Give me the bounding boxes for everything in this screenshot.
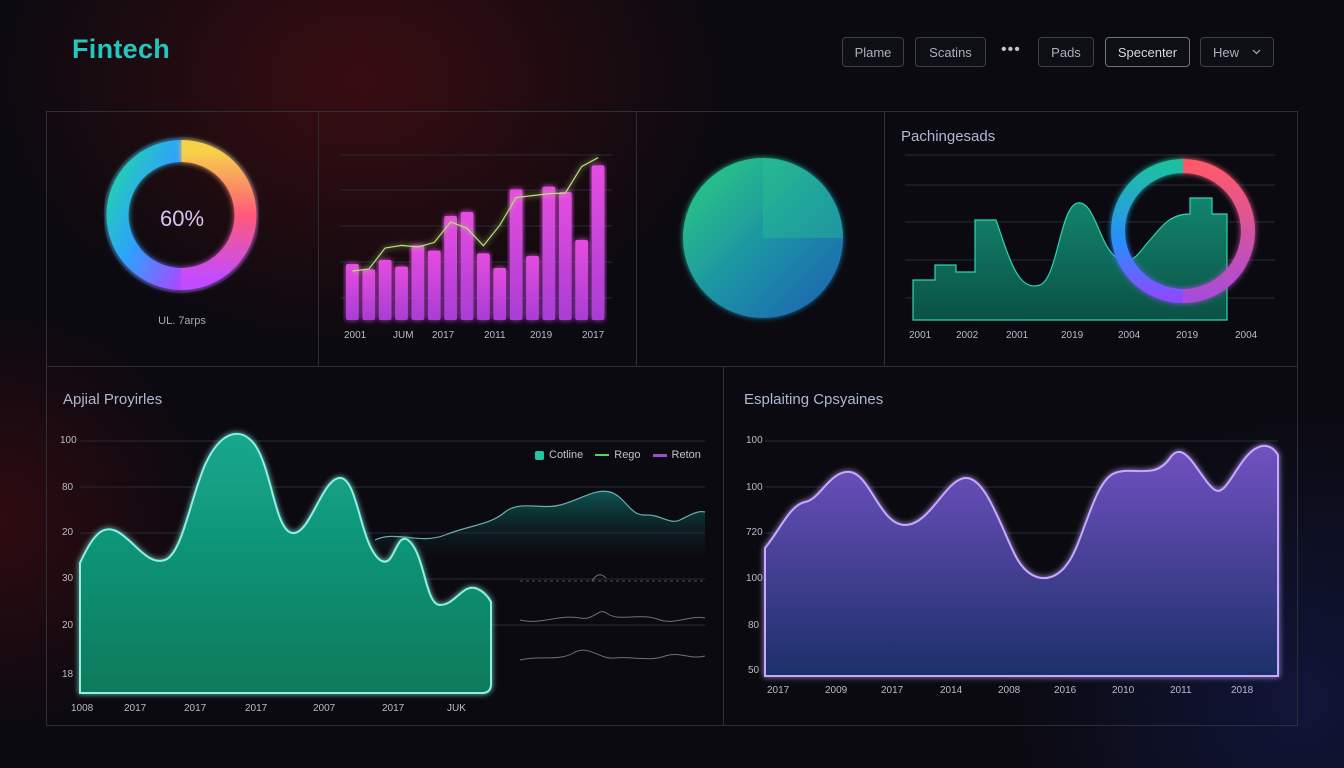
donut-caption: UL. 7arps	[158, 315, 206, 327]
right-y-label: 100	[746, 482, 763, 493]
pachin-x-label: 2019	[1176, 330, 1199, 341]
bar-x-label: JUM	[393, 330, 414, 341]
right-x-label: 2009	[825, 685, 848, 696]
left-legend: Cotline Rego Reton	[535, 449, 701, 461]
right-area-title: Esplaiting Cpsyaines	[744, 391, 884, 408]
legend-label: Reton	[671, 449, 701, 461]
right-y-label: 80	[748, 620, 760, 631]
right-x-label: 2011	[1170, 685, 1192, 696]
pachin-x-label: 2001	[1006, 330, 1029, 341]
bar	[346, 264, 359, 320]
legend-swatch-line-icon	[652, 453, 667, 457]
left-x-label: 1008	[71, 703, 94, 714]
bar-x-label: 2001	[344, 330, 367, 341]
bar	[362, 269, 376, 320]
legend-item[interactable]: Rego	[595, 449, 641, 461]
left-sparkline-1	[519, 611, 706, 622]
right-y-label: 100	[746, 573, 763, 584]
bar	[395, 266, 408, 320]
left-y-label: 18	[62, 669, 74, 680]
right-y-label: 50	[748, 665, 760, 676]
bar-x-label: 2011	[484, 330, 506, 341]
left-y-label: 80	[62, 482, 74, 493]
bar-x-label: 2017	[432, 330, 455, 341]
right-x-label: 2008	[998, 685, 1021, 696]
right-x-label: 2017	[881, 685, 904, 696]
pachin-x-label: 2002	[956, 330, 979, 341]
bar	[378, 260, 392, 320]
legend-swatch-line-icon	[595, 454, 610, 456]
left-x-label: 2017	[184, 703, 207, 714]
left-sparkline-2	[519, 649, 706, 661]
bar	[526, 256, 539, 320]
right-x-label: 2017	[767, 685, 790, 696]
left-area-title: Apjial Proyirles	[63, 391, 163, 408]
bar-series	[346, 165, 605, 320]
pie-slice	[763, 158, 843, 238]
pachin-title: Pachingesads	[901, 128, 996, 145]
legend-item[interactable]: Cotline	[535, 449, 583, 461]
legend-swatch-square-icon	[535, 450, 544, 460]
legend-item[interactable]: Reton	[652, 449, 701, 461]
bar	[427, 250, 441, 320]
left-x-label: 2007	[313, 703, 336, 714]
legend-label: Rego	[614, 449, 641, 461]
bar	[493, 268, 507, 320]
left-y-label: 30	[62, 573, 74, 584]
bar	[575, 240, 589, 320]
right-x-label: 2018	[1231, 685, 1254, 696]
left-x-label: 2017	[382, 703, 405, 714]
pachin-x-label: 2001	[909, 330, 932, 341]
left-secondary-area	[375, 491, 705, 572]
pachin-x-label: 2019	[1061, 330, 1084, 341]
right-x-label: 2014	[940, 685, 963, 696]
left-sparkline-3	[591, 574, 607, 582]
bar	[509, 189, 523, 320]
bar-x-label: 2019	[530, 330, 553, 341]
donut-value-label: 60%	[159, 206, 205, 231]
bar	[542, 186, 556, 320]
bar	[477, 253, 490, 320]
left-y-label: 20	[62, 527, 74, 538]
right-y-label: 100	[746, 435, 763, 446]
right-x-label: 2016	[1054, 685, 1077, 696]
pachin-x-label: 2004	[1118, 330, 1141, 341]
left-x-label: 2017	[245, 703, 268, 714]
bar	[558, 192, 572, 320]
dashboard-graphics	[79, 137, 1279, 694]
left-x-label: JUK	[447, 703, 466, 714]
bar	[444, 216, 458, 320]
right-x-label: 2010	[1112, 685, 1135, 696]
right-main-area	[764, 444, 1279, 677]
bar-x-label: 2017	[582, 330, 605, 341]
pachin-x-label: 2004	[1235, 330, 1258, 341]
legend-label: Cotline	[549, 449, 584, 461]
pie-chart	[683, 158, 843, 318]
bar	[411, 245, 425, 320]
left-y-label: 100	[60, 435, 77, 446]
right-y-label: 720	[746, 527, 763, 538]
left-x-label: 2017	[124, 703, 147, 714]
left-y-label: 20	[62, 620, 74, 631]
bar	[591, 165, 605, 320]
